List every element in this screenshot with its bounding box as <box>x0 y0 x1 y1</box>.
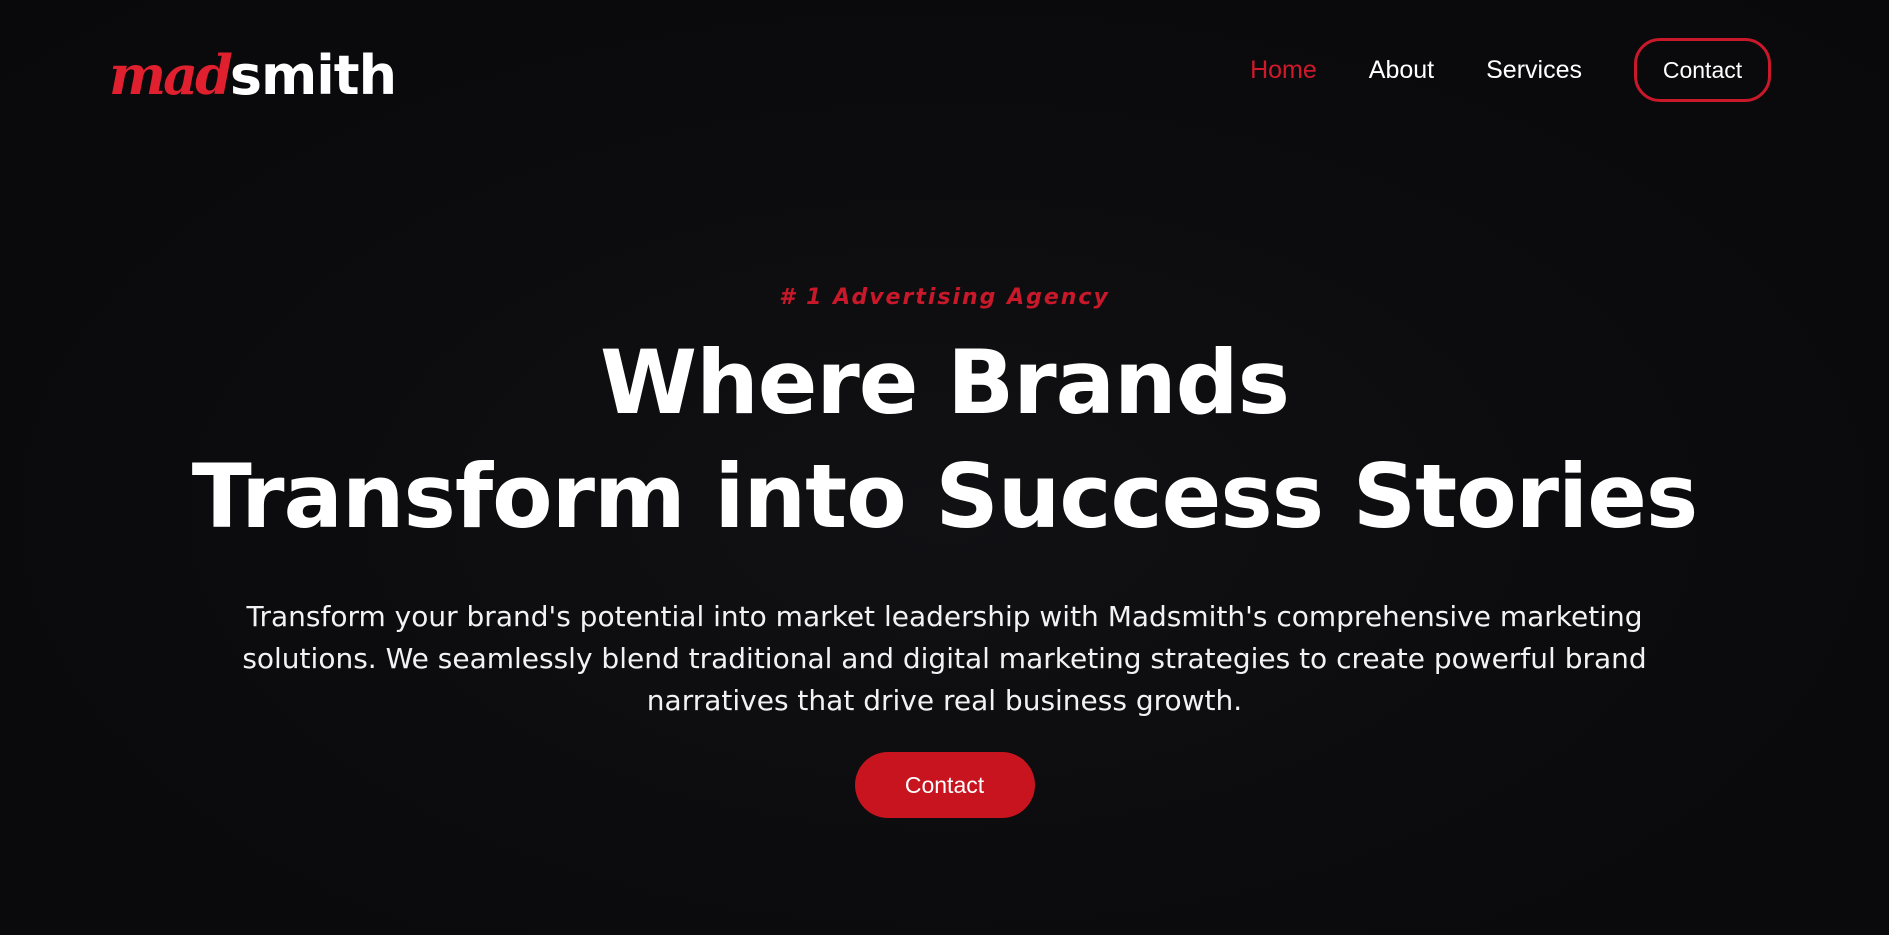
page: mad smith Home About Services Contact # 1… <box>0 0 1889 935</box>
hero-headline: Where Brands Transform into Success Stor… <box>0 326 1889 554</box>
logo-text-smith: smith <box>229 44 397 107</box>
nav-link-home[interactable]: Home <box>1250 56 1317 85</box>
site-header: mad smith Home About Services Contact <box>0 0 1889 150</box>
hero-section: # 1 Advertising Agency Where Brands Tran… <box>0 270 1889 818</box>
nav-link-about[interactable]: About <box>1369 56 1434 85</box>
hero-headline-line-2: Transform into Success Stories <box>191 445 1699 548</box>
nav-link-services[interactable]: Services <box>1486 56 1582 85</box>
hero-eyebrow: # 1 Advertising Agency <box>779 285 1110 310</box>
hero-headline-line-1: Where Brands <box>600 331 1290 434</box>
logo[interactable]: mad smith <box>109 40 397 110</box>
logo-text-mad: mad <box>109 43 233 107</box>
main-nav: Home About Services Contact <box>1250 35 1771 105</box>
hero-contact-button[interactable]: Contact <box>854 752 1035 818</box>
hero-description: Transform your brand's potential into ma… <box>242 600 1647 717</box>
nav-contact-button[interactable]: Contact <box>1634 38 1771 102</box>
